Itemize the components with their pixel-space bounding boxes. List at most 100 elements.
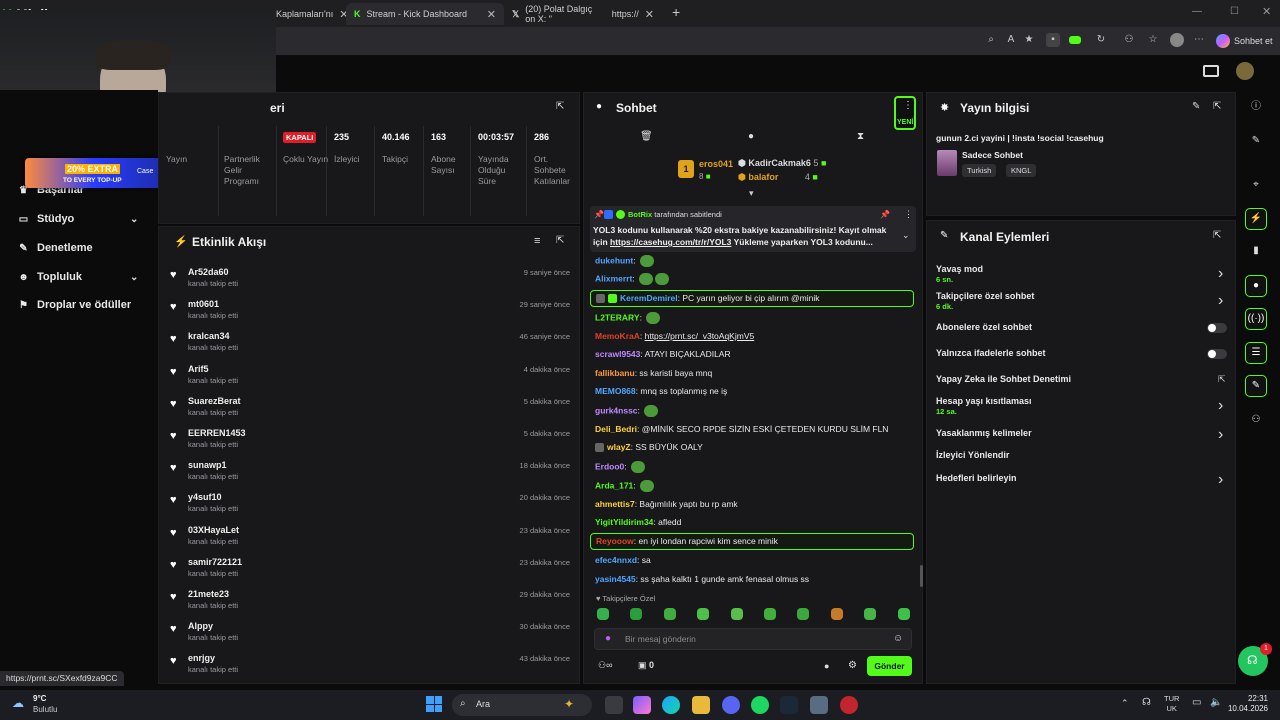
user-avatar[interactable]: [1236, 62, 1254, 80]
gear-icon[interactable]: ⚙: [848, 660, 857, 671]
chevron-up-icon[interactable]: ⌃: [1121, 698, 1129, 709]
chat-username[interactable]: YigitYildirim34: [595, 517, 653, 527]
emote-icon[interactable]: [897, 608, 910, 620]
emote-icon[interactable]: [864, 608, 877, 620]
chat-username[interactable]: dukehunt: [595, 255, 633, 265]
stream-preview-icon[interactable]: [1203, 65, 1219, 77]
emoji-icon[interactable]: ☺: [893, 633, 903, 644]
chat-username[interactable]: MEMO868: [595, 386, 636, 396]
external-link-icon[interactable]: ⇱: [1218, 374, 1226, 385]
minimize-icon[interactable]: —: [1192, 6, 1202, 17]
chat-message[interactable]: MemoKraA: https://prnt.sc/_v3toAqKjmV5: [595, 331, 754, 341]
zoom-icon[interactable]: ⌕: [984, 33, 998, 47]
favorite-star-icon[interactable]: ★: [1022, 33, 1036, 47]
read-aloud-icon[interactable]: A: [1004, 33, 1018, 47]
points-button[interactable]: ⚇∞: [598, 660, 612, 671]
chat-message[interactable]: wlayZ: SS BÜYÜK OALY: [595, 442, 703, 453]
chevron-right-icon[interactable]: ›: [1218, 471, 1223, 489]
chat-username[interactable]: fallikbanu: [595, 368, 635, 378]
support-chat-button[interactable]: ☊ 1: [1238, 643, 1272, 676]
sidebar-item-topluluk[interactable]: ☻ Topluluk ⌄: [18, 271, 148, 283]
pencil-icon[interactable]: ✎: [1192, 101, 1200, 112]
emote-icon[interactable]: [830, 608, 843, 620]
chevron-down-icon[interactable]: ⌄: [902, 230, 910, 241]
emote-icon[interactable]: [730, 608, 743, 620]
chat-username[interactable]: gurk4nssc: [595, 405, 638, 415]
focus-icon[interactable]: ⌖: [1250, 179, 1262, 191]
weather-icon[interactable]: ☁: [12, 696, 24, 710]
windows-start-icon[interactable]: [426, 696, 442, 712]
wrench-button[interactable]: ✎: [1245, 375, 1267, 397]
popout-icon[interactable]: ⇱: [556, 101, 564, 112]
pinned-message[interactable]: 📌 BotRix tarafından sabitlendi 📌 ⋮ YOL3 …: [590, 206, 916, 252]
chat-username[interactable]: ahmettis7: [595, 499, 635, 509]
close-icon[interactable]: ✕: [487, 8, 496, 21]
discord-icon[interactable]: [722, 696, 740, 714]
emote-icon[interactable]: [630, 608, 643, 620]
chat-username[interactable]: KeremDemirel: [620, 293, 678, 303]
sidebar-item-studyo[interactable]: ▭ Stüdyo ⌄: [18, 213, 148, 225]
popout-icon[interactable]: ⇱: [1213, 101, 1221, 112]
chat-username[interactable]: Erdoo0: [595, 461, 624, 471]
chat-username[interactable]: wlayZ: [607, 442, 631, 452]
chat-username[interactable]: efec4nnxd: [595, 555, 637, 565]
trash-icon[interactable]: ▮: [1250, 245, 1262, 257]
chat-message[interactable]: Erdoo0:: [595, 461, 646, 473]
chat-username[interactable]: Deli_Bedri: [595, 424, 637, 434]
hourglass-icon[interactable]: ⧗: [857, 131, 864, 142]
obs-icon[interactable]: [840, 696, 858, 714]
copilot-chat-button[interactable]: Sohbet et: [1216, 34, 1273, 48]
chat-link[interactable]: https://prnt.sc/_v3toAqKjmV5: [645, 331, 755, 341]
headphones-icon[interactable]: ☊: [1142, 697, 1151, 708]
chat-message[interactable]: L2TERARY:: [595, 312, 661, 324]
chat-scrollbar[interactable]: [920, 565, 923, 587]
microphone-icon[interactable]: ●: [605, 633, 611, 644]
kebab-menu-icon[interactable]: ⋮: [904, 209, 913, 220]
chat-message[interactable]: yasin4545: ss şaha kalktı 1 gunde amk fe…: [595, 574, 809, 584]
taskbar-search[interactable]: ⌕ Ara ✦: [452, 694, 592, 716]
chat-message[interactable]: dukehunt:: [595, 255, 654, 267]
refresh-extension-icon[interactable]: ↻: [1094, 33, 1108, 47]
split-screen-icon[interactable]: ⚇: [1122, 33, 1136, 47]
bolt-button[interactable]: ⚡: [1245, 208, 1267, 230]
clock[interactable]: 22:31 10.04.2026: [1226, 694, 1268, 714]
toggle-switch[interactable]: [1207, 323, 1227, 333]
spotify-icon[interactable]: [751, 696, 769, 714]
tab-kick-dashboard[interactable]: K Stream - Kick Dashboard ✕: [346, 3, 504, 25]
collections-icon[interactable]: ☆: [1146, 33, 1160, 47]
edge-browser-icon[interactable]: [662, 696, 680, 714]
emote-icon[interactable]: [764, 608, 776, 620]
chat-message[interactable]: Deli_Bedri: @MİNİK SECO RPDE SİZİN ESKİ …: [595, 424, 888, 434]
chat-message[interactable]: MEMO868: mnq ss toplanmış ne iş: [595, 386, 727, 396]
profile-avatar-icon[interactable]: [1170, 33, 1184, 47]
pencil-icon[interactable]: ✎: [1250, 135, 1262, 147]
channel-action-item[interactable]: Hesap yaşı kısıtlaması 12 sa.: [936, 396, 1032, 416]
channel-action-item[interactable]: Yasaklanmış kelimeler: [936, 428, 1032, 438]
channel-action-item[interactable]: Abonelere özel sohbet: [936, 322, 1032, 332]
more-menu-icon[interactable]: ⋯: [1192, 33, 1206, 47]
chat-message[interactable]: efec4nnxd: sa: [595, 555, 651, 565]
popout-icon[interactable]: ⇱: [556, 235, 564, 246]
chat-username[interactable]: Arda_171: [595, 480, 633, 490]
chat-username[interactable]: scrawl9543: [595, 349, 640, 359]
pinned-link[interactable]: https://casehug.com/tr/r/YOL3: [610, 237, 731, 247]
chat-message[interactable]: gurk4nssc:: [595, 405, 659, 417]
chat-message[interactable]: scrawl9543: ATAYI BIÇAKLADILAR: [595, 349, 731, 359]
copilot-app-icon[interactable]: [633, 696, 651, 714]
channel-action-item[interactable]: Yalnızca ifadelerle sohbet: [936, 348, 1046, 358]
popout-icon[interactable]: ⇱: [1213, 230, 1221, 241]
tab-x-post[interactable]: 𝕏 (20) Polat Dalgıç on X: " https://✕: [504, 3, 662, 25]
file-explorer-icon[interactable]: [692, 696, 710, 714]
new-tab-icon[interactable]: +: [672, 4, 680, 20]
chat-username[interactable]: yasin4545: [595, 574, 636, 584]
stream-info-button[interactable]: ☰: [1245, 342, 1267, 364]
network-icon[interactable]: ▭: [1192, 697, 1201, 708]
window-close-icon[interactable]: ✕: [1262, 5, 1271, 18]
toggle-switch[interactable]: [1207, 349, 1227, 359]
chat-message[interactable]: Reyooow: en iyi londan rapciwi kim sence…: [596, 536, 778, 546]
chat-message[interactable]: fallikbanu: ss karisti baya mnq: [595, 368, 712, 378]
broadcast-button[interactable]: ((·)): [1245, 308, 1267, 330]
language-indicator[interactable]: TUR UK: [1164, 694, 1179, 714]
task-view-icon[interactable]: [605, 696, 623, 714]
chat-icon[interactable]: ●: [748, 131, 754, 142]
